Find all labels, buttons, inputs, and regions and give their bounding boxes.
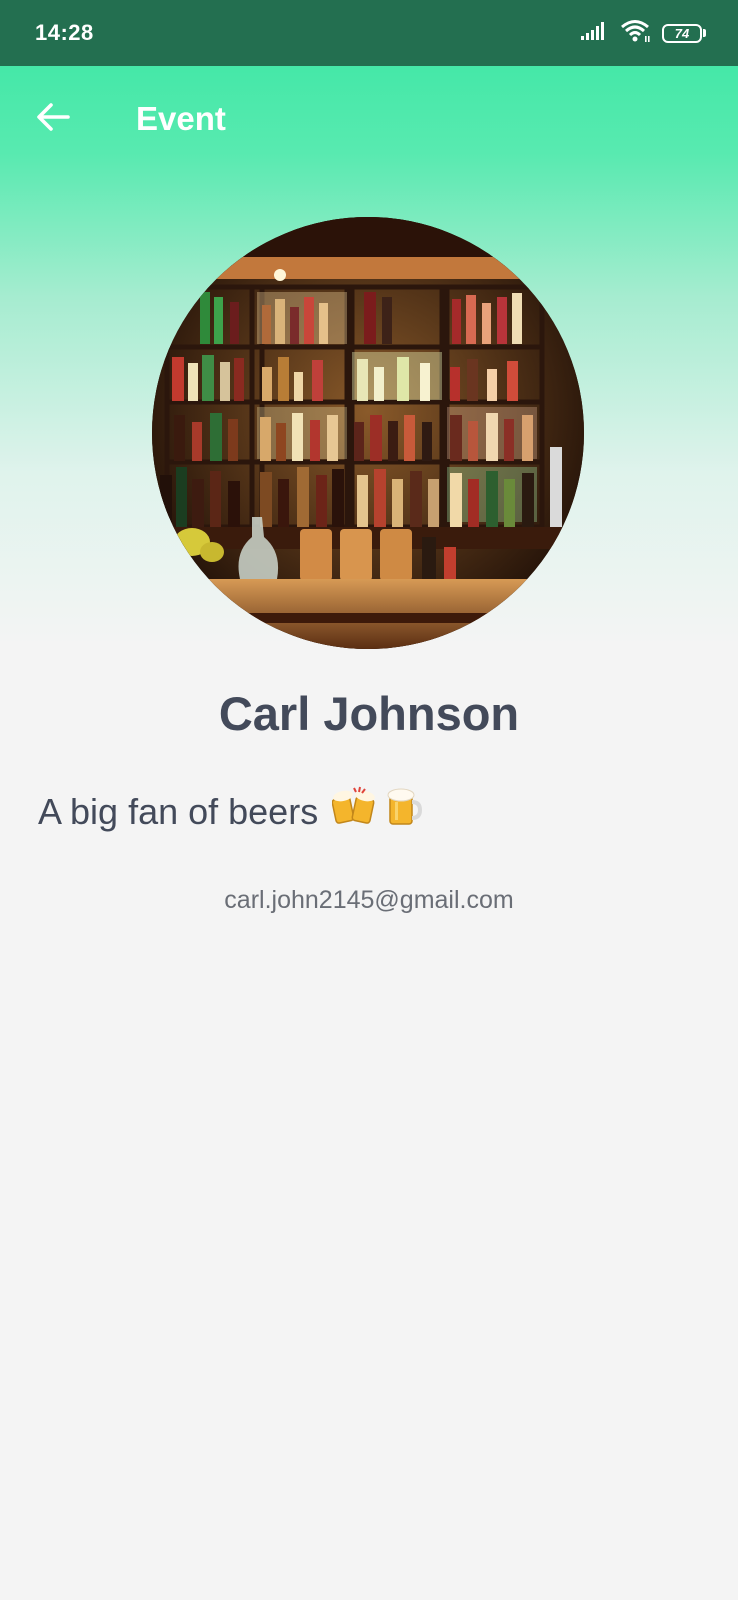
profile-bio: A big fan of beers xyxy=(38,786,424,837)
wifi-icon xyxy=(620,19,650,48)
app-bar: Event xyxy=(0,66,738,176)
beer-icons xyxy=(331,786,424,837)
avatar-image xyxy=(152,217,584,649)
battery-level: 74 xyxy=(662,23,702,43)
back-button[interactable] xyxy=(30,96,76,142)
page-title: Event xyxy=(136,100,226,137)
profile-name: Carl Johnson xyxy=(218,687,520,740)
profile-bio-text: A big fan of beers xyxy=(38,790,319,832)
beer-mug-icon xyxy=(384,786,424,837)
avatar[interactable] xyxy=(152,217,584,649)
clinking-beer-mugs-icon xyxy=(331,786,378,837)
arrow-left-icon xyxy=(36,102,70,137)
profile-screen: 14:28 74 Event Carl Johnson A big fan of… xyxy=(0,0,738,1600)
signal-icon xyxy=(580,21,608,46)
status-bar: 14:28 74 xyxy=(0,0,738,66)
status-time: 14:28 xyxy=(35,20,94,45)
profile-email[interactable]: carl.john2145@gmail.com xyxy=(0,886,738,915)
status-icons: 74 xyxy=(580,19,706,48)
battery-icon: 74 xyxy=(662,23,706,43)
